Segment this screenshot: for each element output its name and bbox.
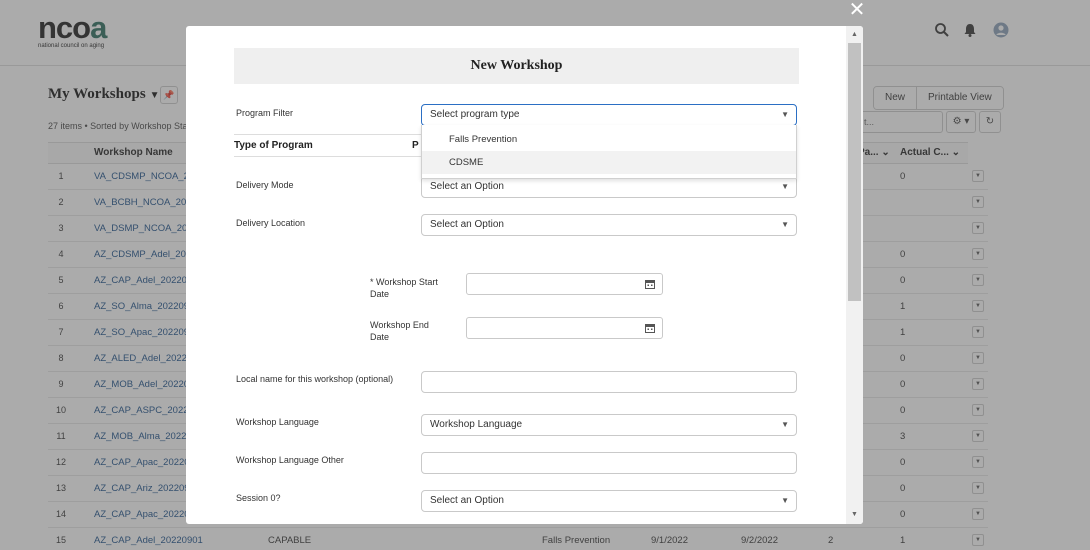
start-date-label: * Workshop Start Date bbox=[370, 277, 438, 299]
option-falls-prevention[interactable]: Falls Prevention bbox=[422, 128, 796, 151]
session-0-label: Session 0? bbox=[236, 493, 281, 503]
program-type-dropdown: Falls Prevention CDSME bbox=[421, 125, 797, 179]
program-type-value: Select program type bbox=[430, 109, 520, 120]
modal-scrollbar[interactable]: ▲ ▼ bbox=[846, 26, 863, 524]
new-workshop-modal: New Workshop Program Filter Select progr… bbox=[186, 26, 863, 524]
chevron-down-icon: ▼ bbox=[781, 496, 789, 505]
calendar-icon[interactable] bbox=[645, 279, 655, 289]
close-icon[interactable]: ✕ bbox=[846, 0, 868, 20]
workshop-language-other-input[interactable] bbox=[421, 452, 797, 474]
scroll-up-arrow-icon[interactable]: ▲ bbox=[846, 28, 863, 42]
modal-header: New Workshop bbox=[234, 48, 799, 84]
scroll-thumb[interactable] bbox=[848, 43, 861, 301]
scroll-down-arrow-icon[interactable]: ▼ bbox=[846, 508, 863, 522]
local-name-label: Local name for this workshop (optional) bbox=[236, 374, 394, 384]
start-date-input[interactable] bbox=[466, 273, 663, 295]
program-type-select[interactable]: Select program type ▼ bbox=[421, 104, 797, 126]
program-filter-label: Program Filter bbox=[236, 108, 294, 118]
delivery-location-value: Select an Option bbox=[430, 219, 504, 230]
delivery-mode-select[interactable]: Select an Option ▼ bbox=[421, 176, 797, 198]
delivery-mode-value: Select an Option bbox=[430, 181, 504, 192]
calendar-icon[interactable] bbox=[645, 323, 655, 333]
chevron-down-icon: ▼ bbox=[781, 420, 789, 429]
chevron-down-icon: ▼ bbox=[781, 220, 789, 229]
type-of-program-label: Type of Program bbox=[234, 140, 313, 151]
workshop-language-value: Workshop Language bbox=[430, 419, 523, 430]
local-name-input[interactable] bbox=[421, 371, 797, 393]
chevron-down-icon: ▼ bbox=[781, 182, 789, 191]
option-cdsme[interactable]: CDSME bbox=[422, 151, 796, 174]
type-of-program-row: Type of Program bbox=[234, 134, 424, 157]
workshop-language-label: Workshop Language bbox=[236, 417, 319, 427]
workshop-language-select[interactable]: Workshop Language ▼ bbox=[421, 414, 797, 436]
delivery-mode-label: Delivery Mode bbox=[236, 180, 294, 190]
session-0-value: Select an Option bbox=[430, 495, 504, 506]
end-date-input[interactable] bbox=[466, 317, 663, 339]
chevron-down-icon: ▼ bbox=[781, 110, 789, 119]
end-date-label: Workshop End Date bbox=[370, 320, 429, 342]
session-0-select[interactable]: Select an Option ▼ bbox=[421, 490, 797, 512]
program-column-label: P bbox=[412, 140, 419, 151]
delivery-location-select[interactable]: Select an Option ▼ bbox=[421, 214, 797, 236]
workshop-language-other-label: Workshop Language Other bbox=[236, 455, 344, 465]
delivery-location-label: Delivery Location bbox=[236, 218, 306, 228]
modal-title: New Workshop bbox=[470, 58, 563, 73]
